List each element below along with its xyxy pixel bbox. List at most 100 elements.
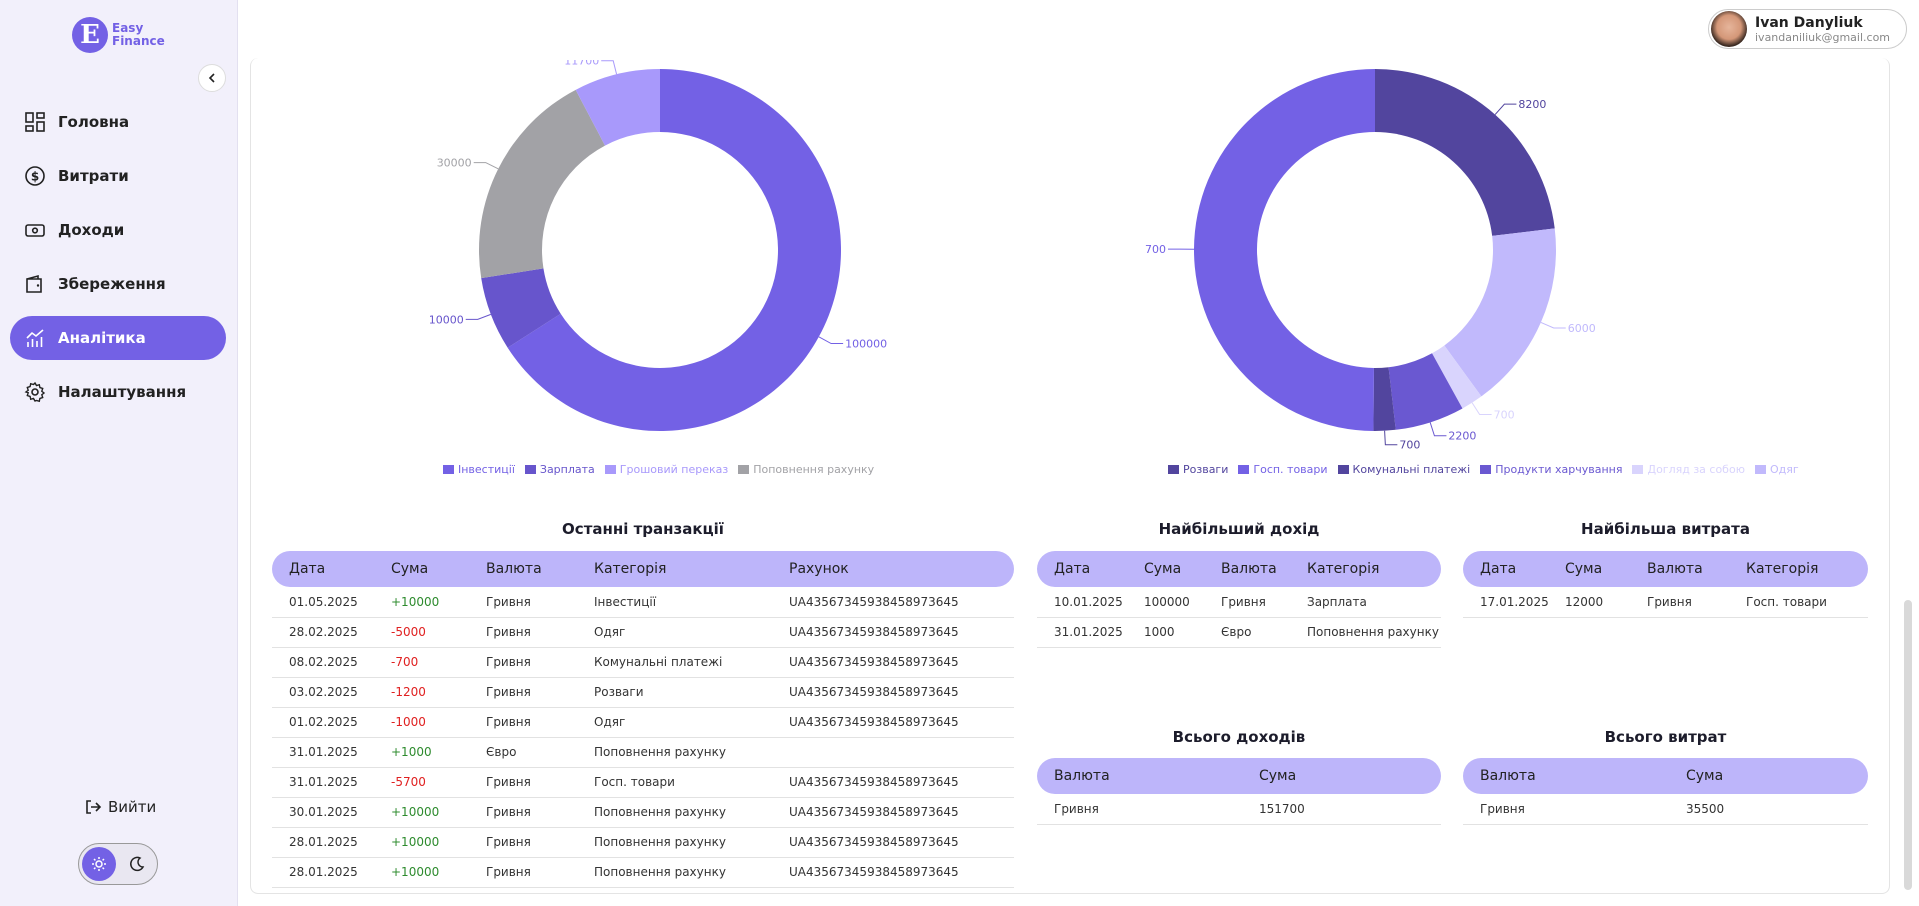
legend-item[interactable]: Комунальні платежі <box>1337 463 1470 476</box>
table-row[interactable]: 08.02.2025 -700 Гривня Комунальні платежі UA… <box>272 647 1014 678</box>
legend-item[interactable]: Одяг <box>1754 463 1799 476</box>
table-cell: 30.01.2025 <box>272 797 391 828</box>
legend-item[interactable]: Розваги <box>1168 463 1228 476</box>
table-cell: Поповнення рахунку <box>594 857 789 888</box>
legend-label: Розваги <box>1183 463 1229 476</box>
table-cell: 10.01.2025 <box>1037 587 1144 618</box>
app-logo[interactable]: E Easy Finance <box>72 17 165 53</box>
table-cell: +10000 <box>391 827 486 858</box>
legend-item[interactable]: Догляд за собою <box>1632 463 1745 476</box>
legend-item[interactable]: Продукти харчування <box>1480 463 1622 476</box>
cash-icon <box>25 224 45 237</box>
user-name: Ivan Danyliuk <box>1755 14 1863 31</box>
table-cell: Гривня <box>486 647 594 678</box>
table-row[interactable]: 28.02.2025 -5000 Гривня Одяг UA4356734593845… <box>272 617 1014 648</box>
table-cell: Госп. товари <box>594 767 789 798</box>
theme-toggle[interactable] <box>78 843 158 885</box>
table-row[interactable]: 01.05.2025 +10000 Гривня Інвестиції UA435673… <box>272 587 1014 618</box>
legend-label: Госп. товари <box>1253 463 1328 476</box>
chevron-left-icon <box>208 73 215 83</box>
column-header: Категорія <box>594 551 789 587</box>
slice-value-label: 700 <box>1399 439 1420 452</box>
legend-item[interactable]: Поповнення рахунку <box>738 463 874 476</box>
sidebar: E Easy Finance Головна $ Витрати Доходи … <box>0 0 238 906</box>
avatar <box>1711 11 1747 47</box>
table-row[interactable]: 28.01.2025 +10000 Гривня Поповнення рахунку… <box>272 827 1014 858</box>
column-header: Валюта <box>1463 758 1686 794</box>
column-header: Дата <box>1463 551 1565 587</box>
logo-mark: E <box>72 17 108 53</box>
table-cell: Гривня <box>486 857 594 888</box>
legend-swatch <box>1632 465 1644 474</box>
slice-value-label: 2200 <box>1448 430 1476 443</box>
user-profile[interactable]: Ivan Danyliuk ivandaniliuk@gmail.com <box>1708 9 1907 49</box>
svg-text:$: $ <box>31 170 39 184</box>
table-row[interactable]: Гривня 151700 <box>1037 794 1441 825</box>
sidebar-item-label: Збереження <box>58 275 166 293</box>
column-header: Рахунок <box>789 551 1014 587</box>
sidebar-item-settings[interactable]: Налаштування <box>10 370 226 414</box>
total-expense-title: Всього витрат <box>1604 728 1727 746</box>
slice-value-label: 30000 <box>437 157 472 170</box>
sidebar-item-savings[interactable]: Збереження <box>10 262 226 306</box>
column-header: Сума <box>391 551 486 587</box>
sidebar-item-income[interactable]: Доходи <box>10 208 226 252</box>
table-cell: UA43567345938458973645 <box>789 767 1014 798</box>
logo-line-2: Finance <box>112 34 165 48</box>
table-row[interactable]: 30.01.2025 +10000 Гривня Поповнення рахунку… <box>272 797 1014 828</box>
table-cell: Одяг <box>594 617 789 648</box>
table-cell: 28.02.2025 <box>272 617 391 648</box>
table-cell: UA43567345938458973645 <box>789 647 1014 678</box>
sidebar-item-analytics[interactable]: Аналітика <box>10 316 226 360</box>
column-header: Сума <box>1565 551 1647 587</box>
legend-item[interactable]: Госп. товари <box>1238 463 1328 476</box>
table-cell: Гривня <box>486 797 594 828</box>
legend-item[interactable]: Інвестиції <box>443 463 515 476</box>
table-row[interactable]: 28.01.2025 +10000 Гривня Поповнення рахунку… <box>272 857 1014 888</box>
table-row[interactable]: 17.01.2025 12000 Гривня Госп. товари <box>1463 587 1868 618</box>
table-cell: Поповнення рахунку <box>594 827 789 858</box>
logout-button[interactable]: Вийти <box>84 798 156 816</box>
table-cell: UA43567345938458973645 <box>789 827 1014 858</box>
table-cell: 28.01.2025 <box>272 827 391 858</box>
collapse-sidebar-button[interactable] <box>198 64 226 92</box>
table-cell: Євро <box>486 737 594 768</box>
table-row[interactable]: 01.02.2025 -1000 Гривня Одяг UA4356734593845… <box>272 707 1014 738</box>
legend-item[interactable]: Зарплата <box>524 463 595 476</box>
column-header: Валюта <box>486 551 594 587</box>
legend-label: Догляд за собою <box>1647 463 1745 476</box>
scrollbar[interactable] <box>1904 600 1912 890</box>
table-cell: 08.02.2025 <box>272 647 391 678</box>
top-expense-table: Дата Сума Валюта Категорія 17.01.2025 12000 Гр… <box>1463 551 1868 618</box>
table-cell: Зарплата <box>1307 587 1441 618</box>
dark-mode-button[interactable] <box>122 849 152 879</box>
table-cell: UA43567345938458973645 <box>789 857 1014 888</box>
legend-label: Продукти харчування <box>1495 463 1623 476</box>
table-cell: -5000 <box>391 617 486 648</box>
table-cell: Поповнення рахунку <box>594 737 789 768</box>
donut-slice[interactable] <box>1375 69 1555 236</box>
table-row[interactable]: 31.01.2025 +1000 Євро Поповнення рахунку <box>272 737 1014 768</box>
slice-label-leader <box>601 60 618 75</box>
moon-icon <box>130 856 145 872</box>
slice-label-leader <box>465 313 492 320</box>
table-row[interactable]: 31.01.2025 1000 Євро Поповнення рахунку <box>1037 617 1441 648</box>
donut-slice[interactable] <box>1193 69 1375 431</box>
legend-item[interactable]: Грошовий переказ <box>604 463 728 476</box>
column-header: Дата <box>272 551 391 587</box>
table-cell: Одяг <box>594 707 789 738</box>
table-row[interactable]: 31.01.2025 -5700 Гривня Госп. товари UA43567… <box>272 767 1014 798</box>
table-cell: -1000 <box>391 707 486 738</box>
sidebar-item-home[interactable]: Головна <box>10 100 226 144</box>
sidebar-item-expenses[interactable]: $ Витрати <box>10 154 226 198</box>
sidebar-item-label: Головна <box>58 113 130 131</box>
table-cell: UA43567345938458973645 <box>789 617 1014 648</box>
table-row[interactable]: Гривня 35500 <box>1463 794 1868 825</box>
table-row[interactable]: 03.02.2025 -1200 Гривня Розваги UA4356734593… <box>272 677 1014 708</box>
table-row[interactable]: 10.01.2025 100000 Гривня Зарплата <box>1037 587 1441 618</box>
donut-slice[interactable] <box>479 89 606 279</box>
light-mode-button[interactable] <box>82 847 116 881</box>
column-header: Категорія <box>1746 551 1868 587</box>
table-cell: -700 <box>391 647 486 678</box>
wallet-icon <box>26 274 42 293</box>
